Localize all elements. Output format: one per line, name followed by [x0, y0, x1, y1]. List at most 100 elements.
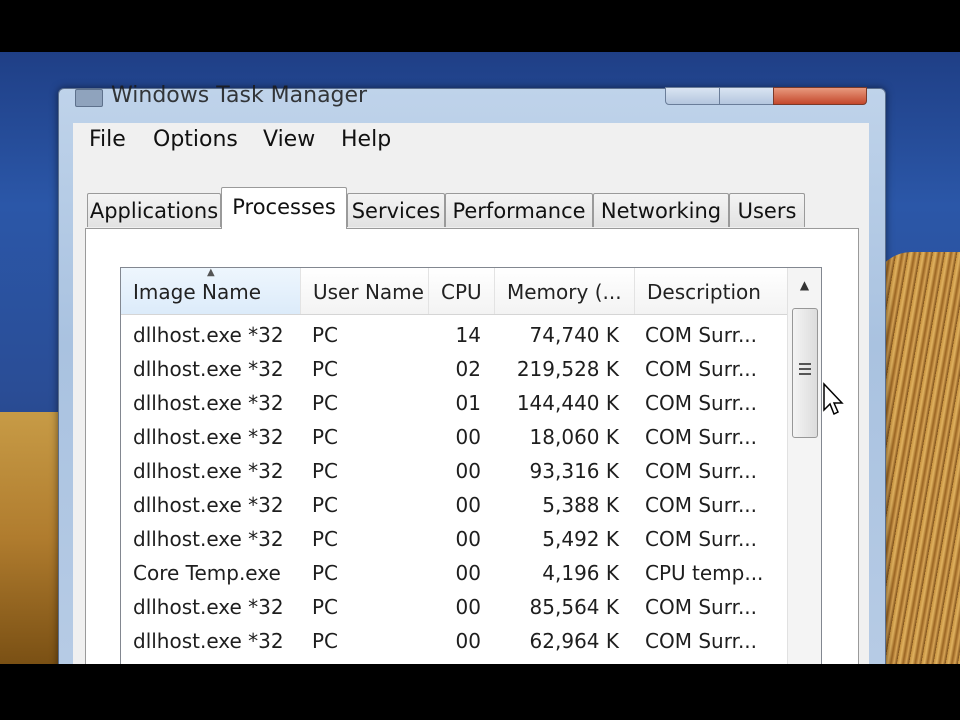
cell-user-name: PC — [312, 658, 422, 664]
tab-performance[interactable]: Performance — [445, 193, 593, 227]
table-row[interactable]: dllhost.exe *32 PC 00 62,964 K COM Surr... — [121, 624, 787, 658]
cell-memory: 5,492 K — [542, 527, 619, 551]
tab-networking[interactable]: Networking — [593, 193, 729, 227]
tab-applications[interactable]: Applications — [87, 193, 221, 227]
scroll-thumb[interactable] — [792, 308, 818, 438]
table-row[interactable]: Core Temp.exe PC 00 4,196 K CPU temp... — [121, 556, 787, 590]
cell-memory: 144,440 K — [516, 391, 619, 415]
process-list[interactable]: ▲ Image Name User Name CPU Memory (... D… — [120, 267, 822, 664]
cell-cpu: 01 — [455, 391, 481, 415]
column-header-memory[interactable]: Memory (... — [495, 268, 635, 314]
cell-memory: 219,528 K — [516, 357, 619, 381]
cell-cpu: 00 — [455, 527, 481, 551]
menu-file[interactable]: File — [89, 127, 126, 152]
cell-user-name: PC — [312, 323, 339, 347]
cell-user-name: PC — [312, 629, 339, 653]
menu-view[interactable]: View — [263, 127, 315, 152]
menu-bar: File Options View Help — [73, 123, 869, 162]
table-row[interactable]: dllhost.exe *32 PC 00 85,564 K COM Surr... — [121, 590, 787, 624]
cell-memory: 62,964 K — [529, 629, 619, 653]
cell-image-name: dllhost.exe *32 — [133, 391, 284, 415]
cell-user-name: PC — [312, 595, 339, 619]
cell-memory: 113,868 K — [501, 658, 619, 664]
cell-image-name: dllhost.exe *32 — [133, 493, 284, 517]
column-header-label: Image Name — [133, 280, 261, 304]
cell-image-name: dllhost.exe *32 — [133, 459, 284, 483]
cell-user-name: PC — [312, 459, 339, 483]
column-header-label: Memory (... — [507, 280, 622, 304]
cell-memory: 4,196 K — [542, 561, 619, 585]
cell-description: COM Surr... — [645, 357, 758, 381]
letterbox-bottom — [0, 664, 960, 720]
table-row[interactable]: dllhost.exe *32 PC 01 144,440 K COM Surr... — [121, 386, 787, 420]
column-header-label: User Name — [313, 280, 424, 304]
menu-options[interactable]: Options — [153, 127, 238, 152]
cell-memory: 93,316 K — [529, 459, 619, 483]
cell-image-name: Core Temp.exe — [133, 561, 281, 585]
table-row[interactable]: dllhost.exe *32 PC 02 219,528 K COM Surr... — [121, 352, 787, 386]
cell-memory: 74,740 K — [529, 323, 619, 347]
cell-memory: 18,060 K — [529, 425, 619, 449]
cell-cpu: 02 — [455, 357, 481, 381]
cell-description: COM Surr... — [645, 493, 758, 517]
cell-description: Plugin Co... — [645, 658, 785, 664]
table-row[interactable]: dllhost.exe *32 PC 00 5,492 K COM Surr... — [121, 522, 787, 556]
window-title: Windows Task Manager — [111, 83, 368, 108]
desktop-background: Windows Task Manager File Options View H… — [0, 52, 960, 664]
menu-help[interactable]: Help — [341, 127, 391, 152]
cell-description: COM Surr... — [645, 459, 758, 483]
table-row[interactable]: dllhost.exe *32 PC 14 74,740 K COM Surr... — [121, 318, 787, 352]
column-header-label: Description — [647, 280, 761, 304]
cell-cpu: 00 — [431, 658, 481, 664]
tab-users[interactable]: Users — [729, 193, 805, 227]
column-header-label: CPU — [441, 280, 482, 304]
cell-cpu: 00 — [455, 595, 481, 619]
cell-image-name: dllhost.exe *32 — [133, 527, 284, 551]
tab-services[interactable]: Services — [347, 193, 445, 227]
close-button[interactable] — [773, 87, 867, 105]
column-header-image-name[interactable]: ▲ Image Name — [121, 268, 301, 314]
table-row[interactable]: dllhost.exe *32 PC 00 18,060 K COM Surr... — [121, 420, 787, 454]
sort-ascending-icon: ▲ — [207, 268, 215, 278]
cell-image-name: dllhost.exe *32 — [133, 595, 284, 619]
cell-image-name: dllhost.exe *32 — [133, 629, 284, 653]
cell-image-name: plugin-contain... — [133, 658, 299, 664]
cell-cpu: 00 — [455, 459, 481, 483]
client-area: Applications Processes Services Performa… — [73, 161, 869, 664]
cell-image-name: dllhost.exe *32 — [133, 323, 284, 347]
cell-description: COM Surr... — [645, 527, 758, 551]
table-row[interactable]: plugin-contain... PC 00 113,868 K Plugin Co.… — [121, 658, 787, 664]
task-manager-app-icon — [75, 89, 103, 107]
cell-user-name: PC — [312, 493, 339, 517]
table-row[interactable]: dllhost.exe *32 PC 00 5,388 K COM Surr... — [121, 488, 787, 522]
cell-memory: 5,388 K — [542, 493, 619, 517]
cell-description: COM Surr... — [645, 323, 758, 347]
minimize-button[interactable] — [665, 87, 721, 105]
cell-cpu: 14 — [455, 323, 481, 347]
cell-user-name: PC — [312, 357, 339, 381]
maximize-button[interactable] — [719, 87, 775, 105]
cell-image-name: dllhost.exe *32 — [133, 425, 284, 449]
table-row[interactable]: dllhost.exe *32 PC 00 93,316 K COM Surr... — [121, 454, 787, 488]
cell-memory: 85,564 K — [529, 595, 619, 619]
cell-cpu: 00 — [455, 493, 481, 517]
column-header-description[interactable]: Description — [635, 268, 787, 314]
cell-user-name: PC — [312, 561, 339, 585]
grip-icon — [799, 363, 811, 375]
title-bar[interactable]: Windows Task Manager — [59, 83, 885, 123]
cell-image-name: dllhost.exe *32 — [133, 357, 284, 381]
vertical-scrollbar[interactable]: ▲ — [787, 268, 821, 664]
cell-description: COM Surr... — [645, 425, 758, 449]
mouse-pointer-icon — [822, 382, 846, 422]
column-header-cpu[interactable]: CPU — [429, 268, 495, 314]
cell-description: COM Surr... — [645, 595, 758, 619]
cell-description: CPU temp... — [645, 561, 764, 585]
cell-cpu: 00 — [455, 425, 481, 449]
tab-processes[interactable]: Processes — [221, 187, 347, 229]
task-manager-window: Windows Task Manager File Options View H… — [58, 83, 886, 664]
column-header-user-name[interactable]: User Name — [301, 268, 429, 314]
scroll-up-arrow-icon[interactable]: ▲ — [788, 268, 821, 302]
letterbox-top — [0, 0, 960, 52]
cell-user-name: PC — [312, 391, 339, 415]
cell-description: COM Surr... — [645, 391, 758, 415]
